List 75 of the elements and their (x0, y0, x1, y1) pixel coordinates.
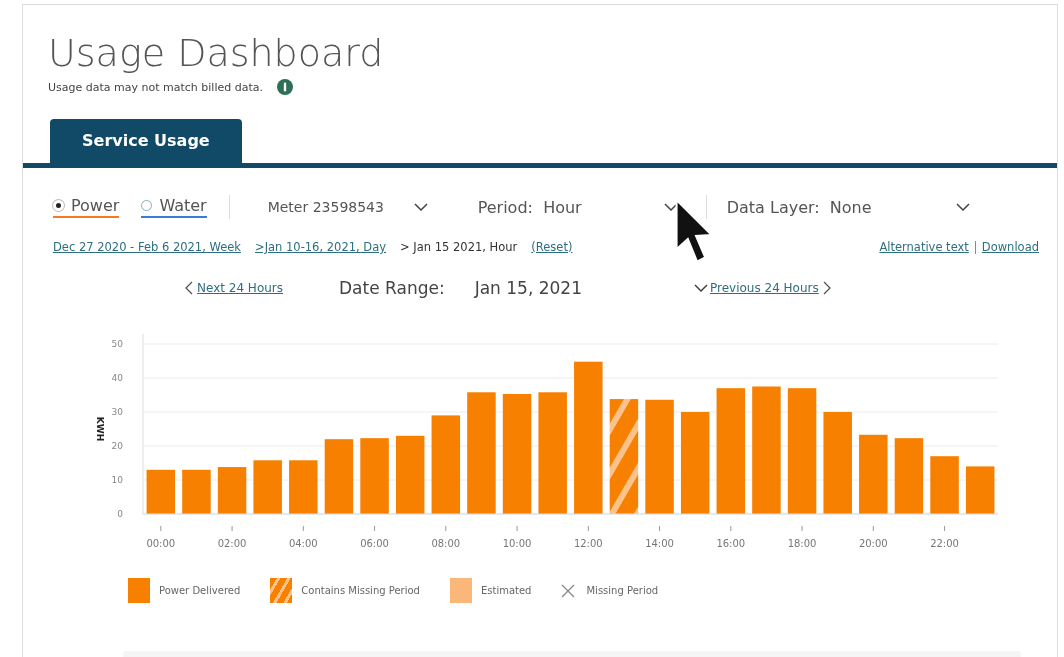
usage-bar[interactable] (502, 394, 532, 514)
x-tick-label: 20:00 (858, 538, 888, 549)
y-tick-label: 0 (117, 509, 123, 519)
chevron-right-icon (822, 281, 831, 295)
usage-bar[interactable] (395, 435, 425, 514)
date-range-value: Jan 15, 2021 (474, 278, 582, 298)
x-tick-label: 02:00 (217, 538, 247, 549)
usage-bar[interactable] (930, 456, 959, 514)
breadcrumb-link[interactable]: Dec 27 2020 - Feb 6 2021, Week (53, 240, 241, 254)
usage-bar[interactable] (823, 412, 852, 514)
usage-bar[interactable] (716, 388, 746, 514)
usage-bar[interactable] (253, 460, 282, 514)
chevron-down-icon (955, 203, 970, 211)
download-option-link[interactable]: Alternative text (879, 240, 969, 254)
x-tick-label: 06:00 (360, 538, 389, 549)
y-tick-label: 50 (111, 339, 123, 349)
legend-swatch (128, 578, 150, 603)
cross-icon (561, 583, 576, 598)
x-tick-label: 12:00 (573, 538, 603, 549)
x-tick-label: 18:00 (787, 538, 817, 549)
y-axis-label: KWH (95, 416, 105, 442)
y-tick-label: 20 (111, 441, 123, 451)
usage-bar[interactable] (752, 386, 781, 514)
next-link[interactable]: Next 24 Hours (185, 281, 283, 295)
x-tick-label: 22:00 (930, 538, 959, 549)
chevron-down-icon[interactable] (694, 284, 708, 292)
usage-bar[interactable] (289, 460, 318, 514)
data-layer-dropdown[interactable]: Data Layer: None (726, 197, 970, 217)
y-tick-label: 40 (111, 373, 123, 383)
usage-bar[interactable] (787, 388, 817, 514)
legend-label: Estimated (480, 585, 532, 596)
breadcrumb-link[interactable]: (Reset) (531, 240, 573, 254)
legend-label: Missing Period (586, 585, 659, 596)
page-title: Usage Dashboard (48, 31, 385, 75)
usage-bar[interactable] (146, 469, 176, 514)
usage-bar[interactable] (431, 415, 461, 514)
legend-label: Power Delivered (159, 585, 241, 596)
usage-bar[interactable] (859, 434, 888, 514)
info-icon[interactable] (277, 79, 293, 95)
x-tick-label: 14:00 (645, 538, 674, 549)
tab[interactable]: Service Usage (50, 119, 242, 163)
breadcrumb-link[interactable]: >Jan 10-16, 2021, Day (255, 240, 387, 254)
usage-bar[interactable] (360, 438, 389, 514)
meter-dropdown[interactable]: Meter 23598543 (267, 199, 478, 215)
usage-bar[interactable] (217, 467, 247, 514)
chevron-down-icon (663, 203, 678, 211)
x-tick-label: 08:00 (431, 538, 461, 549)
legend-swatch (449, 578, 472, 603)
disclaimer-text: Usage data may not match billed data. (48, 80, 263, 94)
chevron-down-icon (413, 203, 428, 211)
x-tick-label: 04:00 (288, 538, 318, 549)
usage-bar[interactable] (182, 469, 211, 514)
download-option-link[interactable]: Download (981, 240, 1039, 254)
date-range-label: Date Range: (339, 278, 445, 298)
usage-bar[interactable] (467, 392, 496, 514)
x-tick-label: 10:00 (502, 538, 532, 549)
usage-bar[interactable] (324, 439, 354, 514)
usage-bar[interactable] (680, 412, 710, 514)
y-tick-label: 10 (111, 475, 123, 485)
usage-bar[interactable] (645, 399, 674, 514)
usage-bar[interactable] (965, 466, 995, 514)
usage-bar[interactable] (894, 438, 924, 514)
y-tick-label: 30 (111, 407, 123, 417)
x-tick-label: 16:00 (716, 538, 746, 549)
usage-bar[interactable] (538, 392, 567, 514)
service-radio[interactable]: Water (141, 196, 207, 218)
breadcrumb-current: > Jan 15 2021, Hour (400, 240, 518, 254)
legend-label: Contains Missing Period (301, 585, 420, 596)
chevron-left-icon (185, 281, 193, 295)
usage-bar[interactable] (609, 399, 639, 514)
service-radio[interactable]: Power (53, 196, 120, 218)
previous-link[interactable]: Previous 24 Hours (710, 281, 831, 295)
usage-bar[interactable] (574, 361, 603, 514)
legend-swatch (270, 578, 293, 603)
x-tick-label: 00:00 (146, 538, 176, 549)
